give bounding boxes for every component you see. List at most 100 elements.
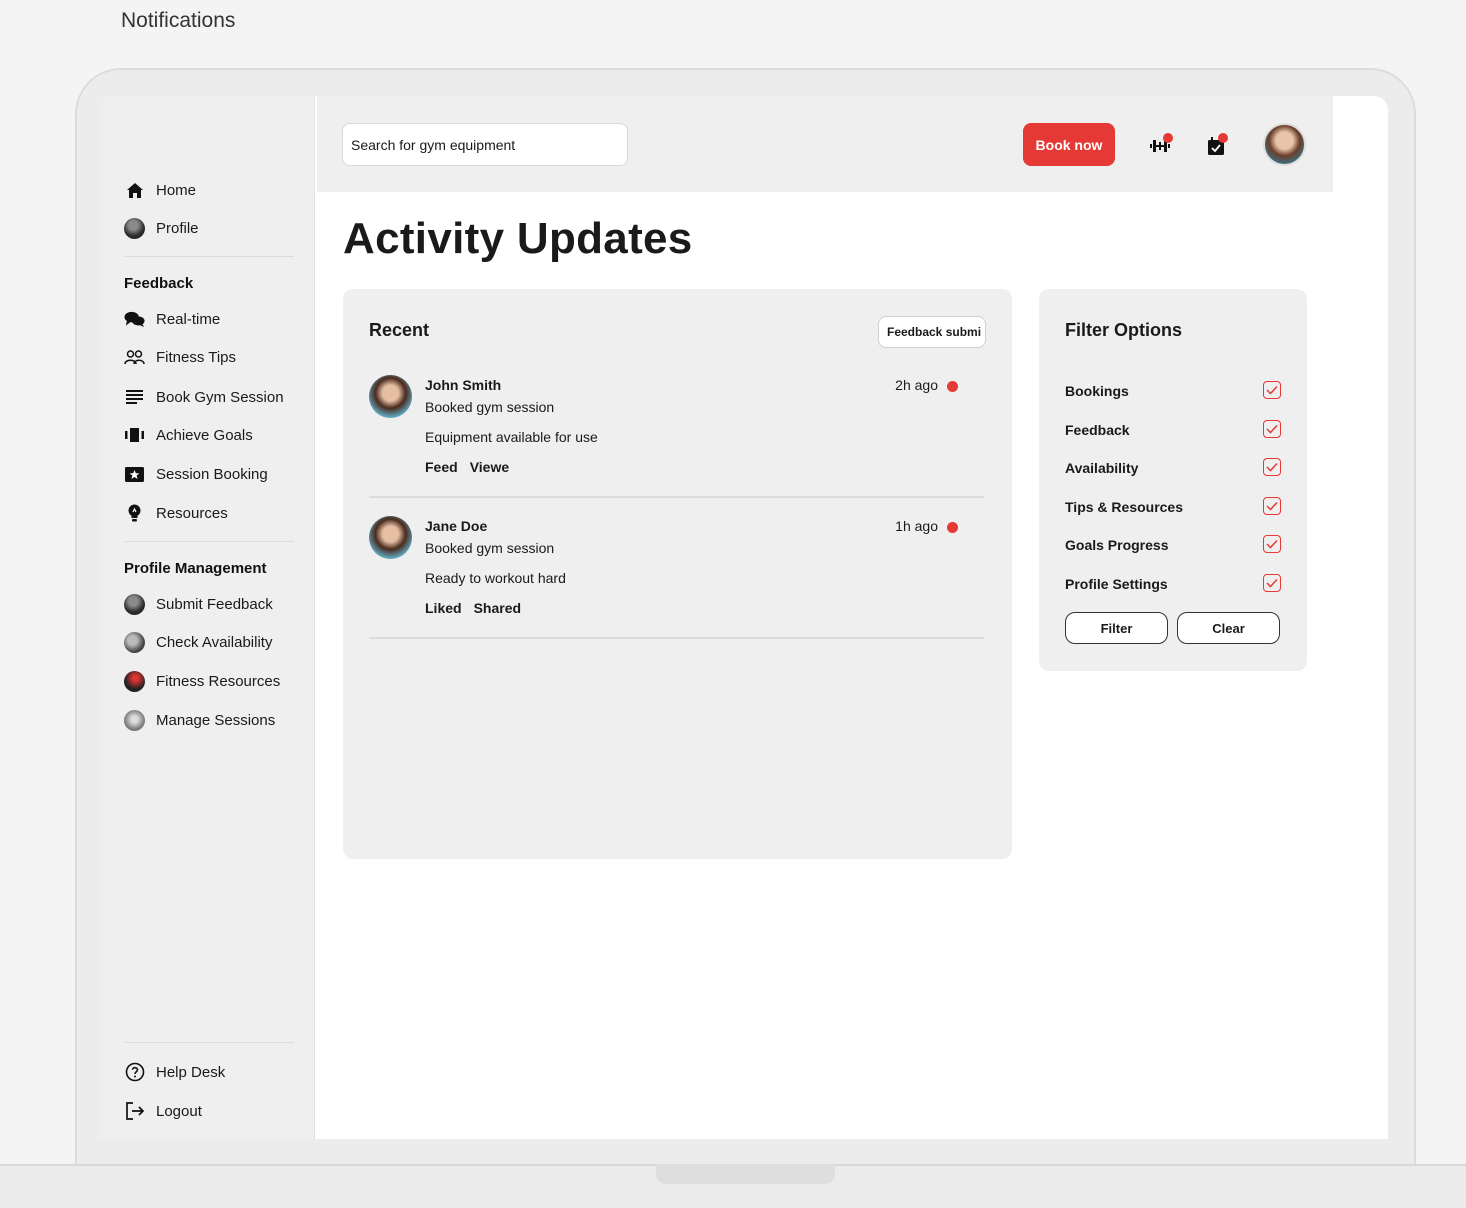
sidebar-item-help-desk[interactable]: Help Desk	[124, 1061, 225, 1083]
app-screen: Home Profile Feedback Real-time Fitness …	[100, 96, 1388, 1139]
user-avatar-thumb	[124, 670, 145, 692]
sidebar-item-home[interactable]: Home	[124, 179, 196, 201]
filter-label: Tips & Resources	[1065, 499, 1184, 515]
feedback-submit-button[interactable]: Feedback submi	[878, 316, 986, 348]
sidebar-item-label: Book Gym Session	[156, 388, 284, 406]
recent-activity-card: Recent Feedback submi John Smith 2h ago …	[343, 289, 1012, 859]
check-icon	[1266, 539, 1278, 549]
filter-checkbox[interactable]	[1263, 420, 1281, 438]
sidebar-item-manage-sessions[interactable]: Manage Sessions	[124, 709, 275, 731]
activity-time: 2h ago	[895, 377, 938, 393]
divider	[369, 637, 984, 639]
filter-option-feedback: Feedback	[1065, 420, 1281, 440]
filter-option-availability: Availability	[1065, 458, 1281, 478]
sidebar-item-book-gym-session[interactable]: Book Gym Session	[124, 386, 284, 408]
page-label: Notifications	[121, 9, 236, 32]
filter-checkbox[interactable]	[1263, 497, 1281, 515]
sidebar-item-label: Check Availability	[156, 633, 273, 651]
people-icon	[124, 347, 145, 368]
sidebar-item-label: Submit Feedback	[156, 595, 273, 613]
activity-detail: Ready to workout hard	[425, 570, 566, 586]
divider	[369, 496, 984, 498]
calendar-check-icon[interactable]	[1208, 133, 1230, 158]
sidebar-item-profile[interactable]: Profile	[124, 217, 199, 239]
check-icon	[1266, 462, 1278, 472]
sidebar-item-logout[interactable]: Logout	[124, 1100, 202, 1122]
filter-checkbox[interactable]	[1263, 574, 1281, 592]
sidebar-item-label: Profile	[156, 219, 199, 237]
sidebar-item-label: Fitness Resources	[156, 672, 281, 690]
sidebar-item-fitness-resources[interactable]: Fitness Resources	[124, 670, 280, 692]
sidebar-item-label: Logout	[156, 1102, 202, 1120]
list-icon	[124, 387, 145, 408]
filter-option-bookings: Bookings	[1065, 381, 1281, 401]
user-avatar-thumb	[124, 593, 145, 615]
activity-detail: Equipment available for use	[425, 429, 598, 445]
topbar: Book now	[317, 96, 1333, 192]
filter-label: Availability	[1065, 460, 1139, 476]
sidebar-item-label: Home	[156, 181, 197, 199]
notification-dot	[1218, 133, 1228, 143]
divider	[124, 1042, 294, 1043]
unread-dot	[947, 522, 958, 533]
activity-user-name: John Smith	[425, 377, 502, 393]
sidebar-item-real-time[interactable]: Real-time	[124, 308, 220, 330]
page-title: Activity Updates	[343, 214, 693, 263]
bulb-icon	[124, 503, 145, 524]
avatar	[369, 375, 412, 418]
clear-button[interactable]: Clear	[1177, 612, 1280, 644]
card-title: Recent	[369, 320, 430, 340]
filter-option-goals-progress: Goals Progress	[1065, 535, 1281, 555]
activity-user-name: Jane Doe	[425, 518, 488, 534]
filter-button[interactable]: Filter	[1065, 612, 1168, 644]
activity-tag[interactable]: Shared	[474, 600, 521, 616]
filter-label: Feedback	[1065, 422, 1130, 438]
dumbbell-icon[interactable]	[1150, 133, 1173, 158]
sidebar-item-fitness-tips[interactable]: Fitness Tips	[124, 346, 236, 368]
card-title: Filter Options	[1065, 320, 1182, 340]
laptop-notch	[656, 1164, 835, 1184]
activity-tag[interactable]: Feed	[425, 459, 458, 475]
filter-label: Goals Progress	[1065, 537, 1169, 553]
unread-dot	[947, 381, 958, 392]
activity-tags: Liked Shared	[425, 600, 521, 616]
filter-label: Profile Settings	[1065, 576, 1168, 592]
ticket-star-icon	[124, 464, 145, 485]
filter-checkbox[interactable]	[1263, 381, 1281, 399]
avatar	[369, 516, 412, 559]
filter-checkbox[interactable]	[1263, 458, 1281, 476]
activity-tag[interactable]: Liked	[425, 600, 462, 616]
carousel-icon	[124, 425, 145, 446]
sidebar-item-label: Session Booking	[156, 465, 268, 483]
sidebar-item-submit-feedback[interactable]: Submit Feedback	[124, 593, 273, 615]
help-icon	[124, 1062, 145, 1083]
home-icon	[124, 180, 145, 201]
sidebar-item-session-booking[interactable]: Session Booking	[124, 463, 268, 485]
sidebar-item-check-availability[interactable]: Check Availability	[124, 631, 272, 653]
sidebar-item-label: Resources	[156, 504, 228, 522]
sidebar-item-label: Fitness Tips	[156, 348, 237, 366]
check-icon	[1266, 578, 1278, 588]
search-input[interactable]	[342, 123, 628, 166]
sidebar-item-resources[interactable]: Resources	[124, 502, 228, 524]
filter-options-card: Filter Options Bookings Feedback Availab…	[1039, 289, 1307, 671]
divider	[124, 256, 294, 257]
notification-dot	[1163, 133, 1173, 143]
check-icon	[1266, 501, 1278, 511]
activity-tag[interactable]: Viewe	[470, 459, 509, 475]
profile-avatar	[124, 217, 145, 239]
sidebar-item-achieve-goals[interactable]: Achieve Goals	[124, 424, 253, 446]
sidebar-item-label: Help Desk	[156, 1063, 226, 1081]
check-icon	[1266, 424, 1278, 434]
activity-time: 1h ago	[895, 518, 938, 534]
sidebar-item-label: Achieve Goals	[156, 426, 253, 444]
section-heading-profile-management: Profile Management	[124, 560, 267, 577]
user-avatar[interactable]	[1263, 123, 1306, 166]
chat-icon	[124, 309, 145, 330]
activity-title: Booked gym session	[425, 399, 555, 415]
filter-checkbox[interactable]	[1263, 535, 1281, 553]
check-icon	[1266, 385, 1278, 395]
activity-tags: Feed Viewe	[425, 459, 509, 475]
book-now-button[interactable]: Book now	[1023, 123, 1115, 166]
sidebar-item-label: Manage Sessions	[156, 711, 276, 729]
